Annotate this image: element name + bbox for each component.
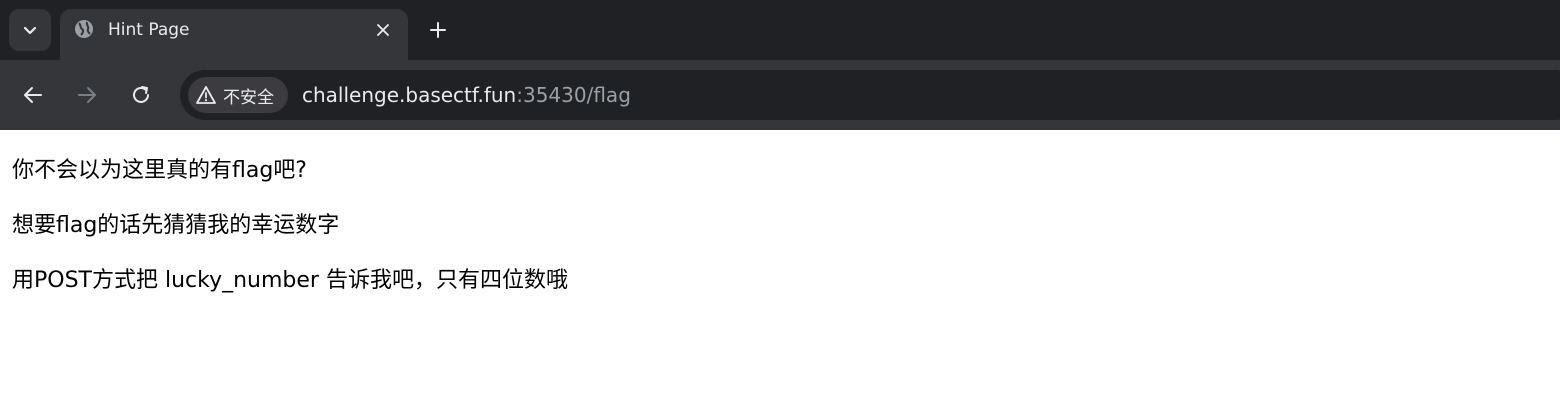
security-label: 不安全 [223, 87, 274, 108]
tab-strip: Hint Page [0, 0, 1560, 60]
forward-button[interactable] [72, 80, 102, 110]
toolbar: 不安全 challenge.basectf.fun:35430/flag [0, 60, 1560, 130]
hint-line-1: 你不会以为这里真的有flag吧? [12, 158, 307, 183]
tab-title: Hint Page [108, 20, 190, 40]
reload-button[interactable] [126, 80, 156, 110]
reload-icon [133, 86, 149, 103]
url-host: challenge.basectf.fun [302, 83, 517, 107]
warning-icon [196, 86, 216, 104]
url-text[interactable]: challenge.basectf.fun:35430/flag [302, 83, 631, 107]
tab-close-button[interactable] [372, 19, 394, 41]
hint-line-3: 用POST方式把 lucky_number 告诉我吧，只有四位数哦 [12, 268, 568, 293]
close-icon [377, 24, 389, 36]
arrow-right-icon [78, 87, 96, 103]
plus-icon [430, 22, 446, 38]
url-path: :35430/flag [516, 83, 631, 107]
tab-search-button[interactable] [9, 9, 51, 51]
back-button[interactable] [18, 80, 48, 110]
active-tab[interactable]: Hint Page [60, 9, 408, 60]
page-content: 你不会以为这里真的有flag吧? 想要flag的话先猜猜我的幸运数字 用POST… [0, 130, 1560, 413]
new-tab-button[interactable] [424, 16, 452, 44]
globe-icon [75, 20, 93, 38]
address-bar[interactable]: 不安全 challenge.basectf.fun:35430/flag [180, 70, 1560, 120]
arrow-left-icon [24, 87, 42, 103]
chevron-down-icon [23, 26, 37, 35]
security-chip[interactable]: 不安全 [188, 77, 288, 113]
hint-line-2: 想要flag的话先猜猜我的幸运数字 [12, 213, 340, 238]
